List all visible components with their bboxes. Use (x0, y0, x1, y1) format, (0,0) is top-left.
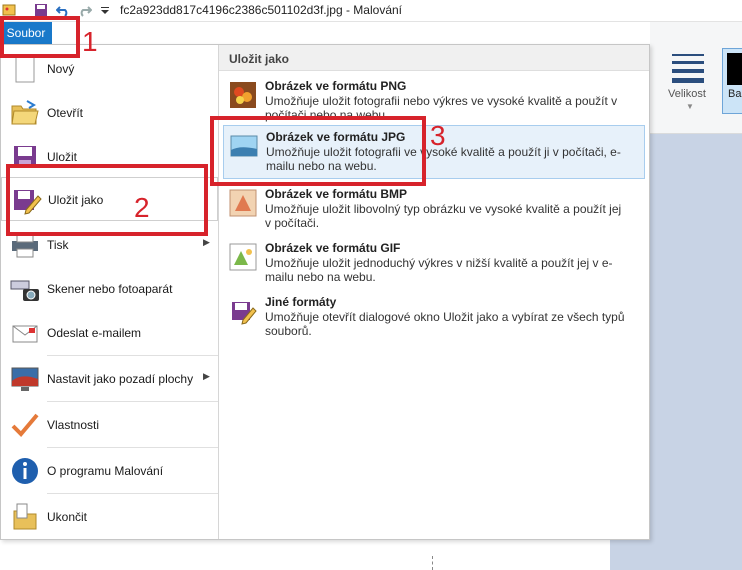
scanner-camera-icon (10, 280, 39, 301)
png-image-icon (230, 82, 256, 108)
open-folder-icon (11, 100, 39, 125)
email-icon (12, 325, 38, 343)
menu-item-properties[interactable]: Vlastnosti (1, 403, 218, 447)
save-as-gif[interactable]: Obrázek ve formátu GIF Umožňuje uložit j… (223, 237, 645, 291)
menu-separator (47, 447, 218, 448)
menu-item-email[interactable]: Odeslat e-mailem (1, 311, 218, 355)
other-formats-icon (232, 302, 257, 325)
paint-app-icon[interactable] (2, 3, 16, 17)
undo-icon[interactable] (56, 3, 70, 17)
bmp-image-icon (229, 189, 257, 217)
menu-separator (47, 401, 218, 402)
file-menu-commands: Nový Otevřít Uložit Uložit jako Tisk ▶ S… (1, 45, 218, 539)
save-as-bmp[interactable]: Obrázek ve formátu BMP Umožňuje uložit l… (223, 183, 645, 237)
menu-item-scanner[interactable]: Skener nebo fotoaparát (1, 267, 218, 311)
submenu-arrow-icon: ▶ (203, 371, 210, 381)
canvas-area[interactable] (650, 134, 742, 570)
color-label: Ba (728, 88, 742, 100)
redo-icon[interactable] (78, 3, 92, 17)
annotation-number-2: 2 (134, 192, 150, 223)
exit-icon (13, 503, 37, 530)
canvas[interactable] (0, 540, 610, 570)
annotation-box-3 (210, 116, 426, 186)
menu-separator (47, 355, 218, 356)
quick-save-icon[interactable] (34, 3, 48, 17)
info-icon (12, 458, 38, 484)
annotation-number-1: 1 (82, 26, 98, 57)
save-as-header: Uložit jako (219, 45, 649, 71)
title-bar: fc2a923dd817c4196c2386c501102d3f.jpg - M… (0, 0, 742, 22)
menu-item-open[interactable]: Otevřít (1, 91, 218, 135)
color-1-button[interactable] (722, 48, 742, 114)
annotation-box-2 (6, 164, 208, 236)
menu-item-about[interactable]: O programu Malování (1, 449, 218, 493)
submenu-arrow-icon: ▶ (203, 237, 210, 247)
canvas-resize-guide (432, 556, 433, 570)
menu-item-set-background[interactable]: Nastavit jako pozadí plochy ▶ (1, 357, 218, 401)
annotation-number-3: 3 (430, 120, 446, 151)
gif-image-icon (229, 243, 257, 271)
size-dropdown-icon: ▼ (686, 102, 694, 111)
desktop-background-icon (11, 367, 39, 391)
annotation-box-1 (0, 16, 80, 58)
size-label: Velikost (668, 88, 706, 100)
checkmark-icon (11, 413, 39, 437)
menu-separator (47, 493, 218, 494)
save-as-other-formats[interactable]: Jiné formáty Umožňuje otevřít dialogové … (223, 291, 645, 345)
customize-toolbar-icon[interactable] (98, 3, 112, 17)
menu-item-exit[interactable]: Ukončit (1, 495, 218, 539)
window-title: fc2a923dd817c4196c2386c501102d3f.jpg - M… (120, 3, 402, 17)
